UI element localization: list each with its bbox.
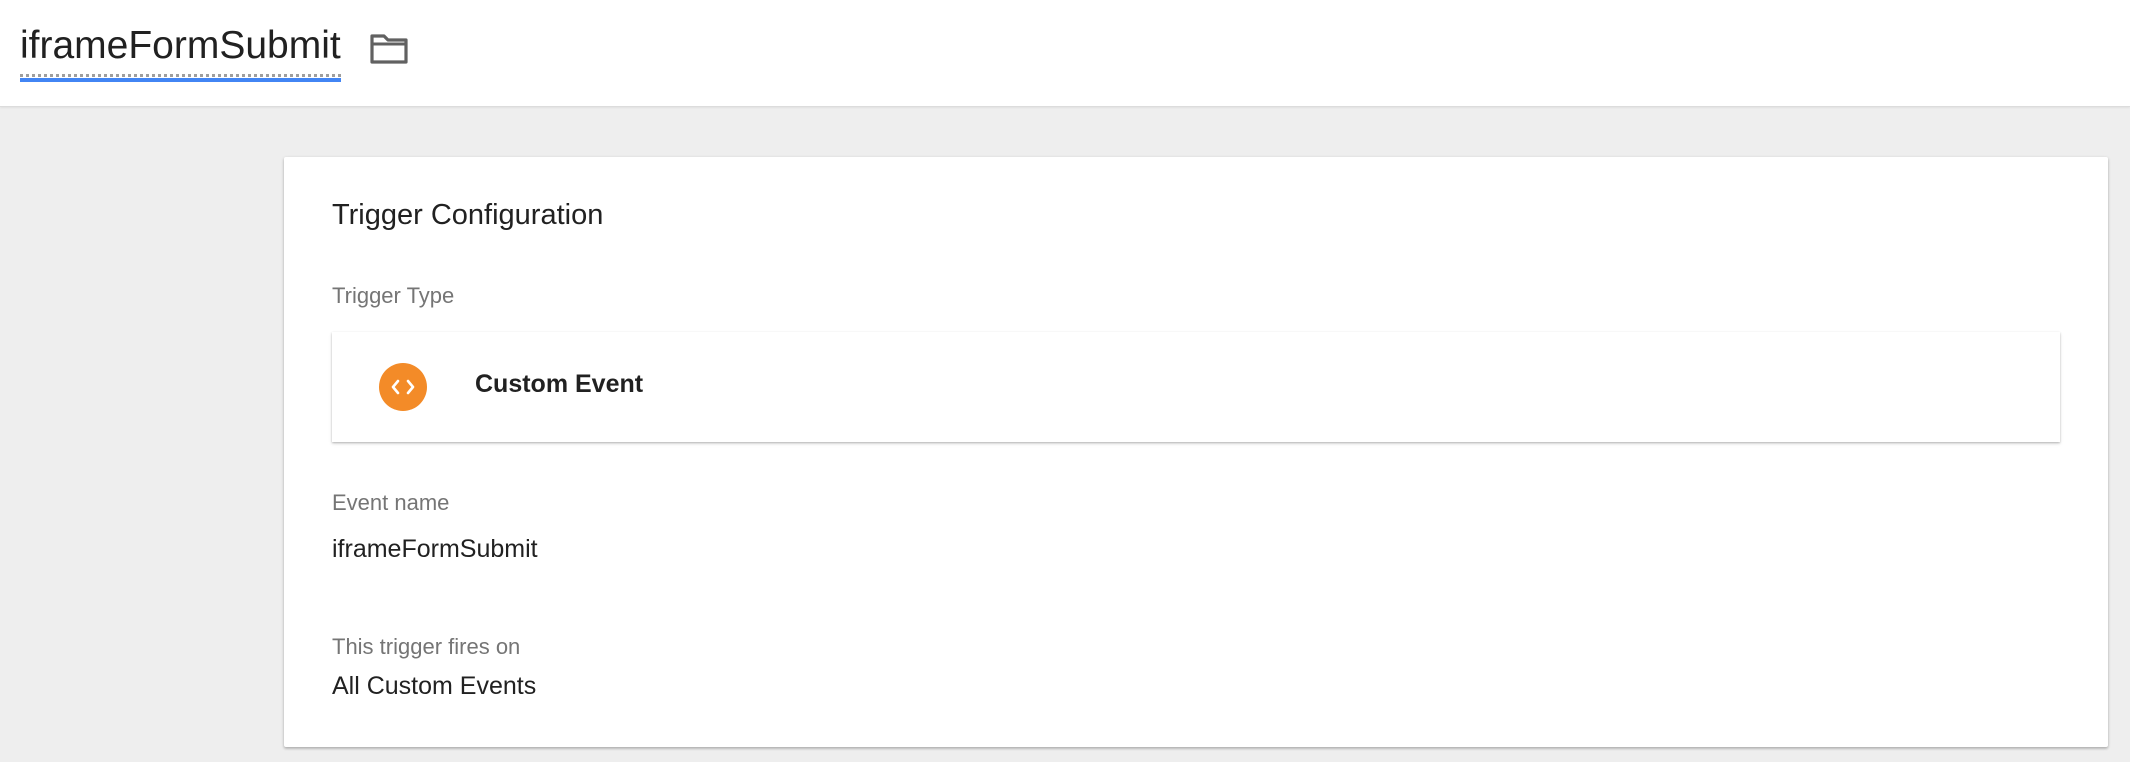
app-header: iframeFormSubmit: [0, 0, 2130, 107]
trigger-name-text: iframeFormSubmit: [20, 24, 341, 67]
fires-on-label: This trigger fires on: [332, 634, 521, 659]
fires-on-value: All Custom Events: [332, 672, 537, 700]
trigger-type-label: Trigger Type: [332, 283, 455, 308]
title-area: iframeFormSubmit: [20, 20, 411, 82]
folder-icon-glyph: [370, 33, 408, 64]
title-focus-underline: [20, 78, 341, 82]
folder-icon[interactable]: [367, 27, 411, 71]
code-icon-glyph: [391, 379, 415, 395]
code-icon: [379, 363, 427, 411]
trigger-name-field[interactable]: iframeFormSubmit: [20, 20, 341, 82]
trigger-configuration-card: Trigger Configuration Trigger Type Custo…: [284, 157, 2108, 747]
card-title: Trigger Configuration: [332, 199, 604, 231]
trigger-type-name: Custom Event: [475, 370, 644, 398]
event-name-label: Event name: [332, 490, 450, 515]
event-name-value: iframeFormSubmit: [332, 535, 538, 563]
trigger-type-selector[interactable]: Custom Event: [332, 332, 2060, 442]
